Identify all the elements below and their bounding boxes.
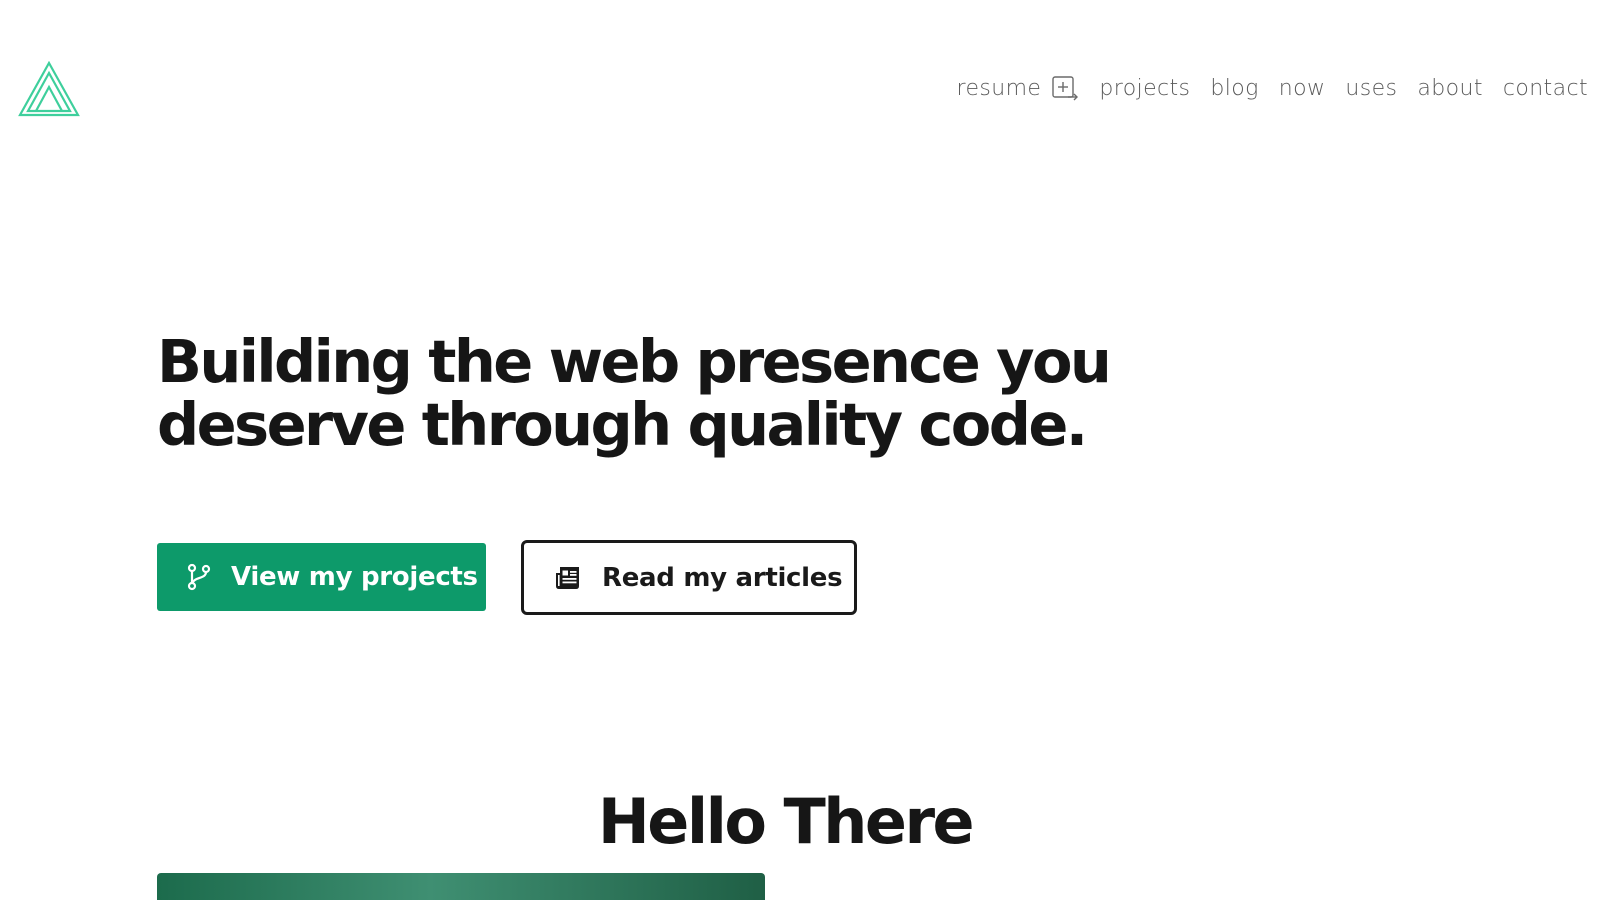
nav-item-now[interactable]: now — [1279, 76, 1326, 101]
nav-item-blog[interactable]: blog — [1210, 76, 1258, 101]
main-nav: resume projects blog now uses about cont… — [957, 74, 1589, 102]
section-title: Hello There — [597, 785, 975, 858]
intro-image — [157, 873, 765, 900]
nav-item-contact[interactable]: contact — [1503, 76, 1588, 101]
view-projects-button[interactable]: View my projects — [157, 543, 486, 611]
nav-item-resume[interactable]: resume — [957, 74, 1080, 102]
read-articles-label: Read my articles — [602, 562, 843, 593]
hero-title-line-2: deserve through quality code. — [157, 390, 1088, 459]
nav-item-projects[interactable]: projects — [1099, 76, 1190, 101]
git-branch-icon — [187, 563, 211, 591]
nav-item-label: resume — [956, 75, 1042, 101]
read-articles-button[interactable]: Read my articles — [521, 540, 857, 615]
view-projects-label: View my projects — [231, 562, 478, 592]
external-document-icon — [1052, 76, 1079, 101]
nav-item-uses[interactable]: uses — [1345, 76, 1397, 101]
page: resume projects blog now uses about cont… — [0, 0, 1600, 900]
hero-title-line-1: Building the web presence you — [157, 327, 1112, 396]
hero-title: Building the web presence you deserve th… — [157, 330, 1117, 456]
triangle-logo-icon[interactable] — [18, 61, 80, 117]
newspaper-icon — [556, 566, 579, 589]
nav-item-about[interactable]: about — [1417, 76, 1482, 101]
